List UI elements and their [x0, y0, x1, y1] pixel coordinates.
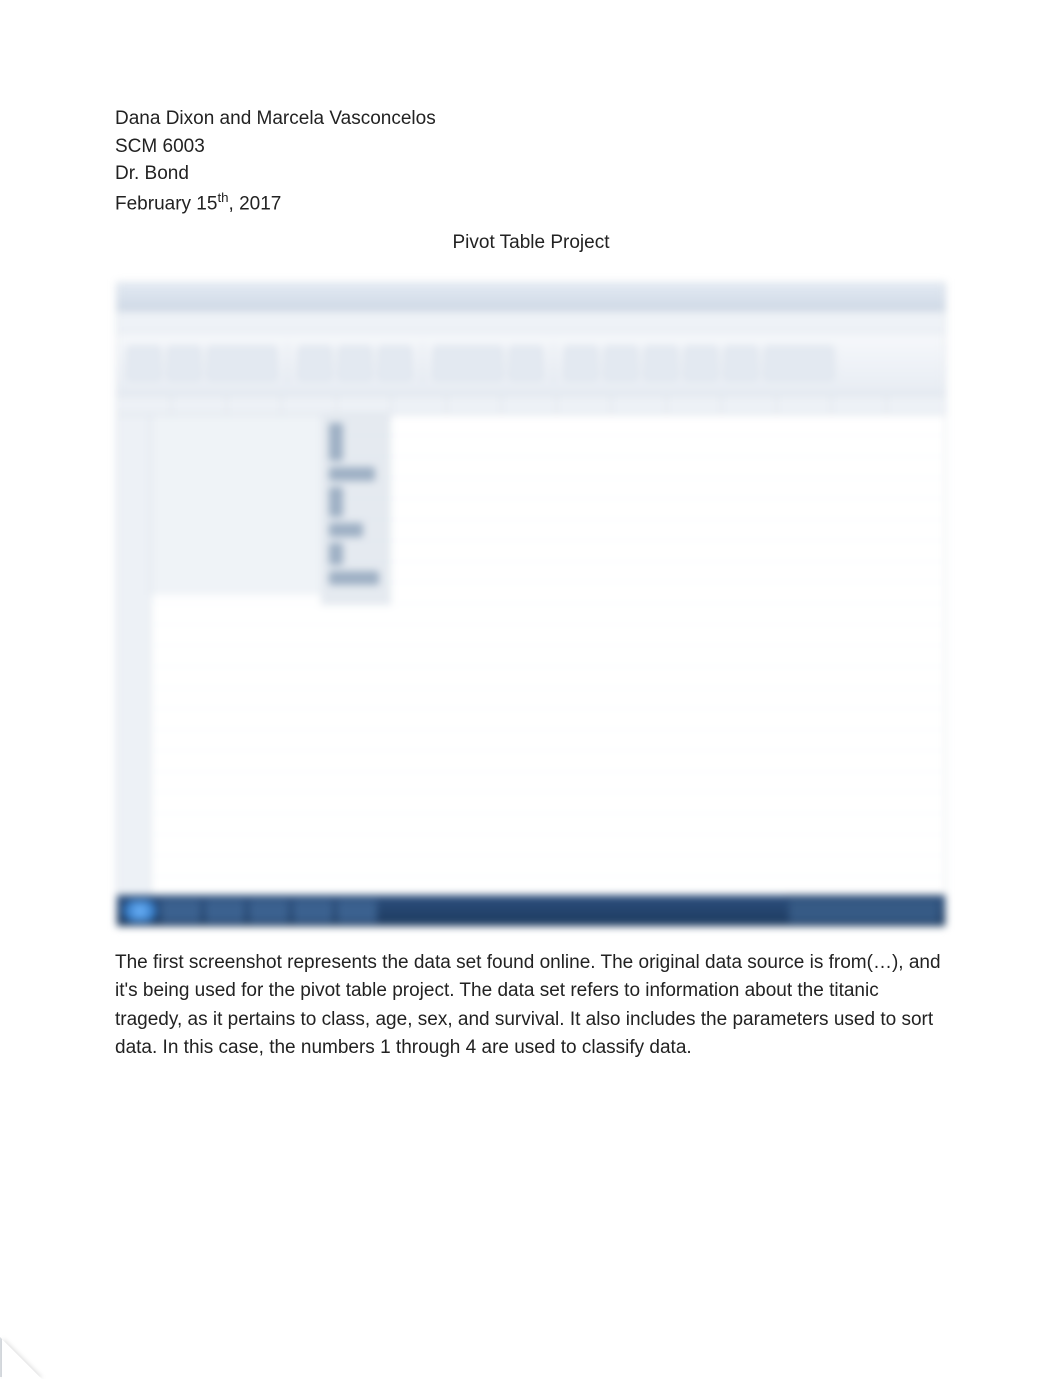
data-region	[151, 415, 321, 595]
taskbar-item	[337, 900, 377, 922]
taskbar-item	[249, 900, 289, 922]
os-taskbar	[117, 896, 945, 926]
ribbon-button	[684, 346, 718, 380]
ribbon-button	[338, 346, 372, 380]
ribbon-button	[127, 346, 161, 380]
body-paragraph: The first screenshot represents the data…	[115, 949, 947, 1063]
ribbon-button	[298, 346, 332, 380]
ribbon-button	[509, 346, 543, 380]
ribbon-separator	[553, 343, 554, 383]
data-bar	[329, 487, 343, 517]
start-button-icon	[123, 900, 157, 922]
ribbon-button	[764, 346, 834, 380]
taskbar-item	[293, 900, 333, 922]
row-headers	[117, 415, 151, 895]
data-bar	[329, 423, 343, 461]
cell-grid	[151, 415, 945, 895]
app-titlebar	[117, 283, 945, 311]
column-header	[612, 395, 667, 414]
spreadsheet-screenshot	[116, 282, 946, 927]
date-suffix: , 2017	[229, 193, 282, 214]
ribbon-toolbar	[117, 333, 945, 395]
date-prefix: February 15	[115, 193, 217, 214]
ribbon-separator	[287, 343, 288, 383]
date-line: February 15th, 2017	[115, 188, 947, 218]
data-bar	[329, 543, 343, 565]
column-header	[722, 395, 777, 414]
column-headers	[117, 395, 945, 415]
column-header	[832, 395, 887, 414]
document-header: Dana Dixon and Marcela Vasconcelos SCM 6…	[115, 105, 947, 218]
ribbon-button	[564, 346, 598, 380]
date-ordinal: th	[217, 190, 228, 205]
column-header	[117, 395, 172, 414]
data-bar	[329, 467, 375, 481]
column-header	[667, 395, 722, 414]
column-header	[557, 395, 612, 414]
column-header	[447, 395, 502, 414]
data-bar	[329, 571, 379, 585]
ribbon-button	[604, 346, 638, 380]
ribbon-button	[433, 346, 503, 380]
ribbon-button	[378, 346, 412, 380]
instructor-line: Dr. Bond	[115, 160, 947, 188]
ribbon-button	[207, 346, 277, 380]
spreadsheet-body	[117, 415, 945, 895]
ribbon-button	[167, 346, 201, 380]
ribbon-button	[724, 346, 758, 380]
document-title: Pivot Table Project	[115, 232, 947, 254]
column-header	[172, 395, 227, 414]
ribbon-button	[644, 346, 678, 380]
taskbar-item	[161, 900, 201, 922]
taskbar-item	[205, 900, 245, 922]
course-line: SCM 6003	[115, 133, 947, 161]
column-header	[392, 395, 447, 414]
column-header	[227, 395, 282, 414]
page-corner-fold-icon	[0, 1337, 40, 1377]
system-tray	[789, 900, 939, 922]
column-header	[777, 395, 832, 414]
column-header	[282, 395, 337, 414]
data-bar	[329, 523, 363, 537]
app-menubar	[117, 311, 945, 333]
column-header	[337, 395, 392, 414]
ribbon-separator	[422, 343, 423, 383]
column-header	[502, 395, 557, 414]
author-line: Dana Dixon and Marcela Vasconcelos	[115, 105, 947, 133]
